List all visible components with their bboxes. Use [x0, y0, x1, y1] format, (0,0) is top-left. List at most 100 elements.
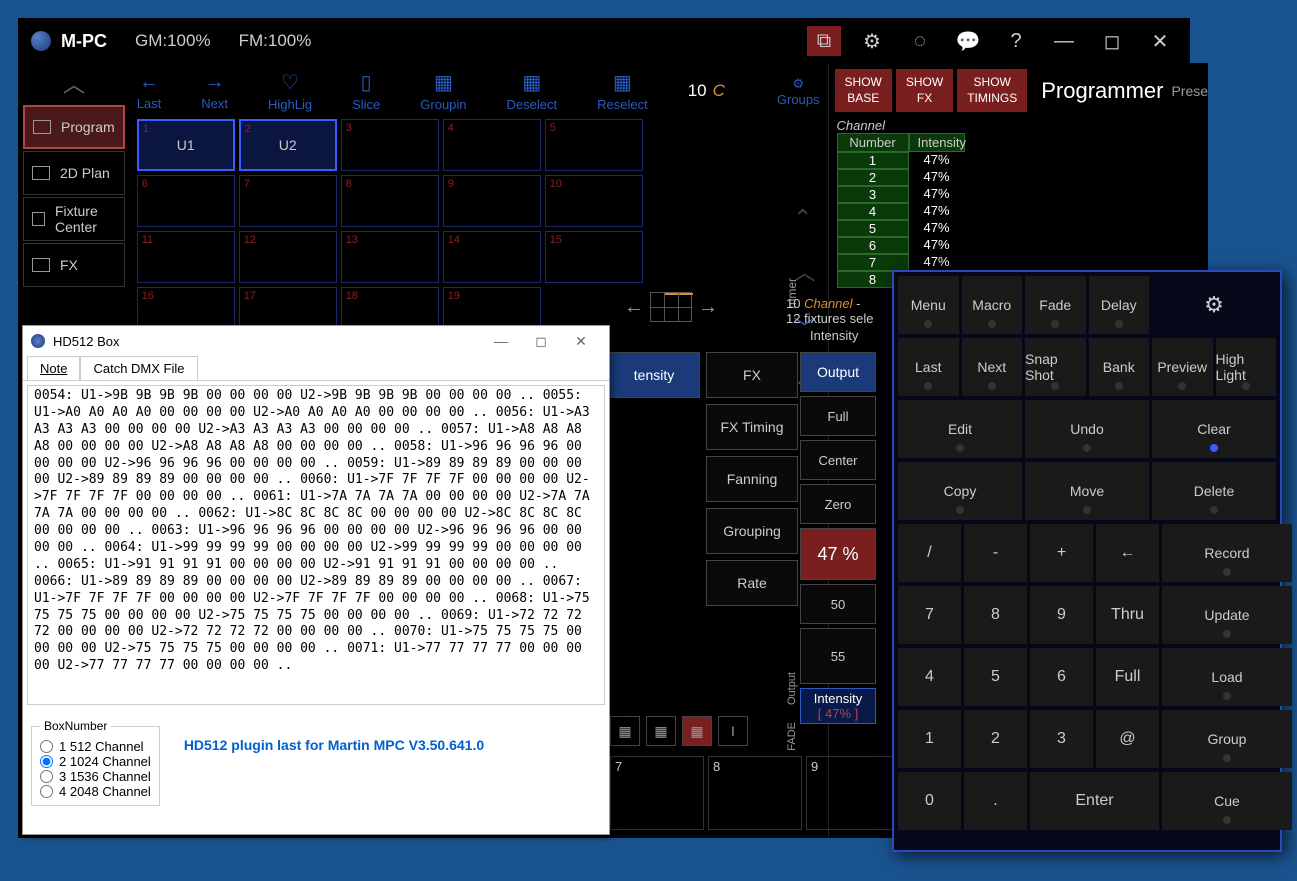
groups-button[interactable]: ⚙Groups — [777, 76, 820, 107]
kp-←[interactable]: ← — [1096, 524, 1159, 582]
windows-icon[interactable]: ⧉ — [807, 26, 841, 56]
next-button[interactable]: →Next — [201, 71, 228, 111]
grid-preview-icon[interactable] — [650, 292, 692, 322]
kp-.[interactable]: . — [964, 772, 1027, 830]
sliders-icon[interactable]: ⚙ — [855, 26, 889, 56]
grid-view2-icon[interactable]: ▦ — [646, 716, 676, 746]
fixture-cell-2[interactable]: 2U2 — [239, 119, 337, 171]
highlight-button[interactable]: ♡HighLig — [268, 70, 312, 112]
grid-view-icon[interactable]: ▦ — [610, 716, 640, 746]
kp-undo[interactable]: Undo — [1025, 400, 1149, 458]
kp-last[interactable]: Last — [898, 338, 959, 396]
channel-row[interactable]: 447% — [837, 203, 1201, 220]
val-50[interactable]: 50 — [800, 584, 876, 624]
zero-button[interactable]: Zero — [800, 484, 876, 524]
nav-item-fx[interactable]: FX — [23, 243, 125, 287]
fixture-cell-11[interactable]: 11 — [137, 231, 235, 283]
grouping-button2[interactable]: Grouping — [706, 508, 798, 554]
fx-button[interactable]: FX — [706, 352, 798, 398]
fixture-cell-5[interactable]: 5 — [545, 119, 643, 171]
kp-group[interactable]: Group — [1162, 710, 1292, 768]
bottom-cell-9[interactable]: 9 — [806, 756, 900, 830]
percent-display[interactable]: 47 % — [800, 528, 876, 580]
channel-row[interactable]: 647% — [837, 237, 1201, 254]
show-base-button[interactable]: SHOW BASE — [835, 69, 892, 112]
kp-bank[interactable]: Bank — [1089, 338, 1150, 396]
kp-macro[interactable]: Macro — [962, 276, 1023, 334]
hd512-minimize[interactable]: — — [481, 333, 521, 349]
deselect-button[interactable]: ▦Deselect — [507, 70, 558, 112]
grid-view3-icon[interactable]: ▦ — [682, 716, 712, 746]
nav-right-icon[interactable]: → — [698, 296, 718, 319]
fixture-cell-6[interactable]: 6 — [137, 175, 235, 227]
last-button[interactable]: ←Last — [137, 71, 162, 111]
fixture-cell-15[interactable]: 15 — [545, 231, 643, 283]
kp-0[interactable]: 0 — [898, 772, 961, 830]
bottom-cell-8[interactable]: 8 — [708, 756, 802, 830]
channel-row[interactable]: 547% — [837, 220, 1201, 237]
kp-6[interactable]: 6 — [1030, 648, 1093, 706]
kp-next[interactable]: Next — [962, 338, 1023, 396]
fixture-cell-1[interactable]: 1U1 — [137, 119, 235, 171]
loading-icon[interactable]: ◌ — [903, 26, 937, 56]
kp-menu[interactable]: Menu — [898, 276, 959, 334]
kp-9[interactable]: 9 — [1030, 586, 1093, 644]
kp-full[interactable]: Full — [1096, 648, 1159, 706]
kp-snap-shot[interactable]: Snap Shot — [1025, 338, 1086, 396]
fx-timing-button[interactable]: FX Timing — [706, 404, 798, 450]
kp-preview[interactable]: Preview — [1152, 338, 1213, 396]
nav-item-fixture-center[interactable]: Fixture Center — [23, 197, 125, 241]
grouping-button[interactable]: ▦Groupin — [420, 70, 466, 112]
kp-delete[interactable]: Delete — [1152, 462, 1276, 520]
val-55[interactable]: 55 — [800, 628, 876, 684]
kp-1[interactable]: 1 — [898, 710, 961, 768]
hd512-maximize[interactable]: ◻ — [521, 333, 561, 350]
fixture-cell-14[interactable]: 14 — [443, 231, 541, 283]
rate-button[interactable]: Rate — [706, 560, 798, 606]
kp-thru[interactable]: Thru — [1096, 586, 1159, 644]
kp-cue[interactable]: Cue — [1162, 772, 1292, 830]
show-timings-button[interactable]: SHOW TIMINGS — [957, 69, 1027, 112]
kp-4[interactable]: 4 — [898, 648, 961, 706]
arrow-up-icon[interactable]: ⌃ — [794, 205, 816, 231]
kp-update[interactable]: Update — [1162, 586, 1292, 644]
box-option-4[interactable]: 4 2048 Channel — [40, 784, 151, 799]
channel-row[interactable]: 347% — [837, 186, 1201, 203]
kp-3[interactable]: 3 — [1030, 710, 1093, 768]
help-icon[interactable]: ? — [999, 26, 1033, 56]
kp-2[interactable]: 2 — [964, 710, 1027, 768]
intensity-button[interactable]: tensity — [608, 352, 700, 398]
minimize-icon[interactable]: — — [1047, 26, 1081, 56]
kp-enter[interactable]: Enter — [1030, 772, 1159, 830]
dmx-log[interactable]: 0054: U1->9B 9B 9B 9B 00 00 00 00 U2->9B… — [27, 385, 605, 705]
kp-load[interactable]: Load — [1162, 648, 1292, 706]
fixture-cell-9[interactable]: 9 — [443, 175, 541, 227]
fixture-cell-10[interactable]: 10 — [545, 175, 643, 227]
kp-gear-icon[interactable]: ⚙ — [1152, 276, 1276, 334]
kp-7[interactable]: 7 — [898, 586, 961, 644]
center-button[interactable]: Center — [800, 440, 876, 480]
kp-record[interactable]: Record — [1162, 524, 1292, 582]
fixture-cell-7[interactable]: 7 — [239, 175, 337, 227]
fixture-cell-4[interactable]: 4 — [443, 119, 541, 171]
reselect-button[interactable]: ▦Reselect — [597, 70, 648, 112]
nav-item-2d-plan[interactable]: 2D Plan — [23, 151, 125, 195]
kp-5[interactable]: 5 — [964, 648, 1027, 706]
kp--[interactable]: - — [964, 524, 1027, 582]
output-header[interactable]: Output — [800, 352, 876, 392]
slice-button[interactable]: ▯Slice — [352, 70, 380, 112]
tab-catch-dmx[interactable]: Catch DMX File — [80, 356, 197, 380]
kp-copy[interactable]: Copy — [898, 462, 1022, 520]
box-option-2[interactable]: 2 1024 Channel — [40, 754, 151, 769]
chevron-up-icon[interactable]: ︿ — [19, 63, 129, 103]
nav-item-program[interactable]: Program — [23, 105, 125, 149]
show-fx-button[interactable]: SHOW FX — [896, 69, 953, 112]
kp-@[interactable]: @ — [1096, 710, 1159, 768]
fixture-cell-13[interactable]: 13 — [341, 231, 439, 283]
full-button[interactable]: Full — [800, 396, 876, 436]
kp-edit[interactable]: Edit — [898, 400, 1022, 458]
box-option-3[interactable]: 3 1536 Channel — [40, 769, 151, 784]
nav-left-icon[interactable]: ← — [624, 296, 644, 319]
fixture-cell-12[interactable]: 12 — [239, 231, 337, 283]
tab-note[interactable]: Note — [27, 356, 80, 380]
